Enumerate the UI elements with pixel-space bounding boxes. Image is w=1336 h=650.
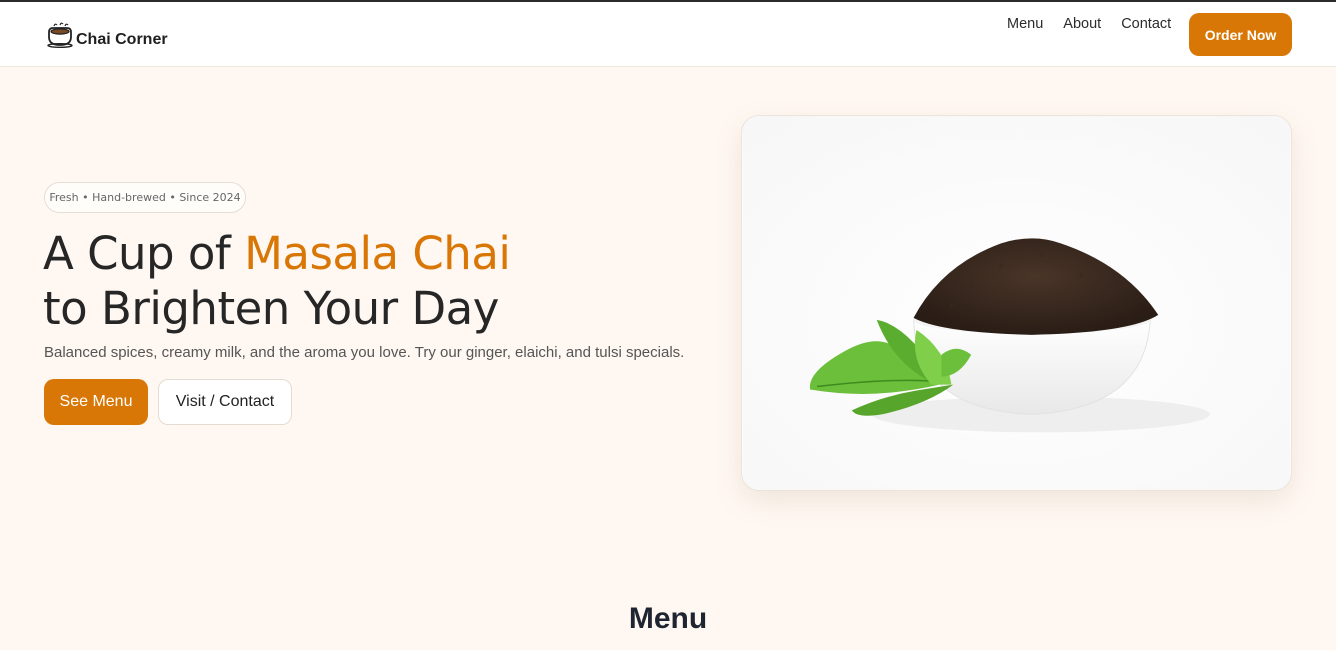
nav-link-menu[interactable]: Menu [1007,16,1043,32]
hero-headline: A Cup of Masala Chai to Brighten Your Da… [43,226,511,336]
menu-section-title: Menu [628,602,708,635]
nav-link-contact[interactable]: Contact [1121,16,1171,32]
order-now-button[interactable]: Order Now [1189,13,1292,56]
chai-cup-icon [45,22,75,52]
see-menu-button[interactable]: See Menu [44,379,148,425]
headline-accent: Masala Chai [244,227,511,280]
nav-links: Menu About Contact [1007,16,1171,32]
headline-line2: to Brighten Your Day [43,282,499,335]
hero-image-card [741,115,1292,491]
hero-subtext: Balanced spices, creamy milk, and the ar… [44,344,685,361]
tea-bowl-with-mint-image [742,116,1291,490]
brand-name: Chai Corner [76,31,168,48]
visit-contact-button[interactable]: Visit / Contact [158,379,292,425]
navbar: Chai Corner Menu About Contact Order Now [0,2,1336,67]
headline-part1: A Cup of [43,227,245,280]
hero-badge: Fresh • Hand-brewed • Since 2024 [44,182,246,213]
brand-logo-link[interactable]: Chai Corner [45,22,168,52]
nav-link-about[interactable]: About [1063,16,1101,32]
